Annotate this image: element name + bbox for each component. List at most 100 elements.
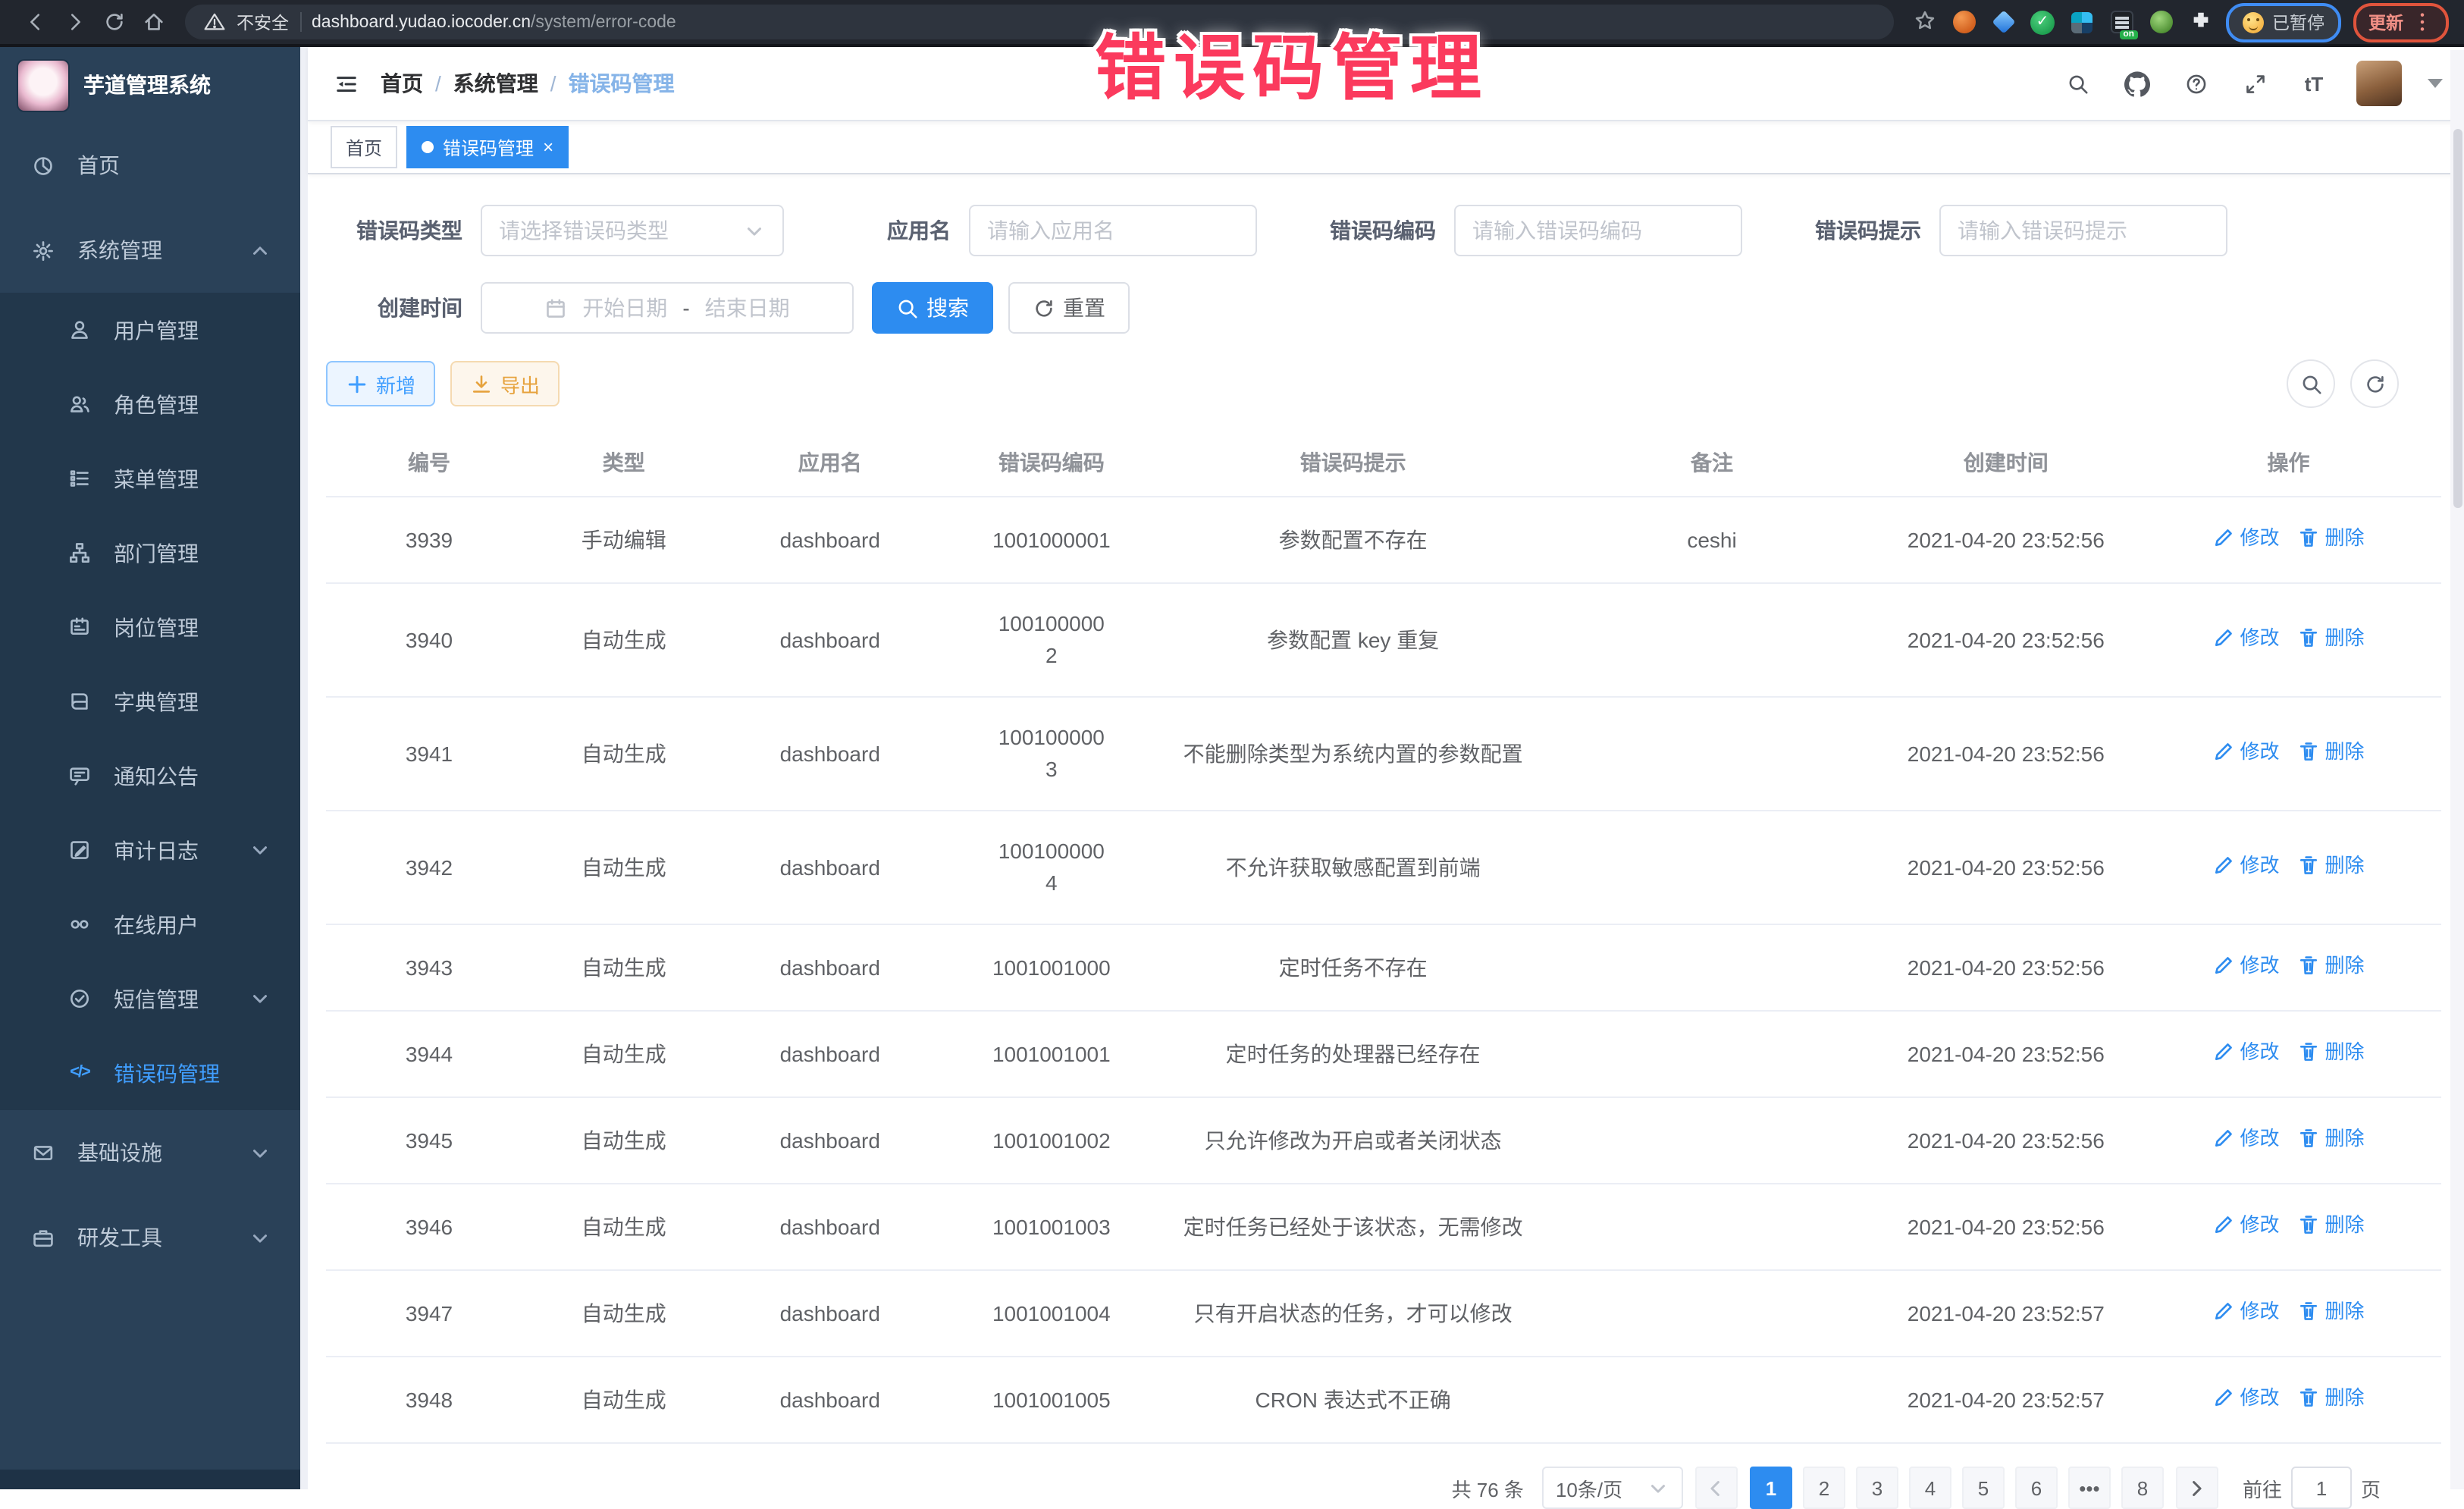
extensions-puzzle-icon[interactable] <box>2187 9 2213 35</box>
browser-reload-button[interactable] <box>94 2 133 42</box>
sidebar-item-dict-management[interactable]: 字典管理 <box>0 664 300 739</box>
window-scrollbar[interactable] <box>2450 50 2464 1489</box>
sidebar-item-notice-announcement[interactable]: 通知公告 <box>0 739 300 813</box>
sidebar-item-sms-management[interactable]: 短信管理 <box>0 962 300 1036</box>
user-avatar[interactable] <box>2356 61 2402 106</box>
github-button[interactable] <box>2120 67 2153 100</box>
ext-onetab-icon[interactable] <box>2108 9 2134 35</box>
edit-row-link[interactable]: 修改 <box>2212 1209 2279 1241</box>
help-button[interactable] <box>2179 67 2212 100</box>
more-pages-button[interactable]: ••• <box>2068 1467 2111 1509</box>
add-button[interactable]: 新增 <box>326 361 435 406</box>
sidebar-item-infrastructure[interactable]: 基础设施 <box>0 1110 300 1195</box>
browser-back-button[interactable] <box>15 2 55 42</box>
search-button[interactable]: 搜索 <box>872 282 993 334</box>
page-button[interactable]: 2 <box>1803 1467 1845 1509</box>
delete-row-link[interactable]: 删除 <box>2298 949 2365 981</box>
breadcrumb-item[interactable]: 首页 <box>381 68 423 99</box>
refresh-table-button[interactable] <box>2350 359 2399 408</box>
table-cell: dashboard <box>716 497 945 583</box>
delete-row-link[interactable]: 删除 <box>2298 849 2365 881</box>
edit-row-link[interactable]: 修改 <box>2212 1382 2279 1413</box>
ext-gem-icon[interactable] <box>1990 9 2016 35</box>
edit-row-link[interactable]: 修改 <box>2212 622 2279 654</box>
avatar-dropdown-caret-icon[interactable] <box>2428 79 2443 88</box>
browser-forward-button[interactable] <box>55 2 94 42</box>
delete-row-link[interactable]: 删除 <box>2298 622 2365 654</box>
pencil-icon <box>2212 1300 2235 1322</box>
column-header: 应用名 <box>716 429 945 497</box>
sidebar-item-home[interactable]: 首页 <box>0 123 300 208</box>
goto-page-input[interactable]: 1 <box>2291 1467 2352 1509</box>
sidebar-item-online-users[interactable]: 在线用户 <box>0 887 300 962</box>
edit-row-link[interactable]: 修改 <box>2212 849 2279 881</box>
edit-row-link[interactable]: 修改 <box>2212 522 2279 554</box>
sidebar-item-user-management[interactable]: 用户管理 <box>0 293 300 367</box>
sidebar-item-system-management[interactable]: 系统管理 <box>0 208 300 293</box>
error-msg-input[interactable]: 请输入错误码提示 <box>1939 205 2227 256</box>
table-cell: 自动生成 <box>532 583 716 697</box>
delete-row-link[interactable]: 删除 <box>2298 1382 2365 1413</box>
tab-error-code-management[interactable]: 错误码管理× <box>406 126 569 168</box>
edit-row-link[interactable]: 修改 <box>2212 1295 2279 1327</box>
address-bar[interactable]: 不安全 dashboard.yudao.iocoder.cn/system/er… <box>185 5 1893 39</box>
toggle-search-button[interactable] <box>2287 359 2335 408</box>
sidebar-item-dev-tools[interactable]: 研发工具 <box>0 1195 300 1280</box>
sidebar-item-role-management[interactable]: 角色管理 <box>0 367 300 441</box>
page-size-select[interactable]: 10条/页 <box>1542 1467 1683 1509</box>
prev-page-button[interactable] <box>1695 1467 1738 1509</box>
table-cell: 1001001000 <box>945 924 1158 1011</box>
edit-row-link[interactable]: 修改 <box>2212 1036 2279 1068</box>
edit-row-link[interactable]: 修改 <box>2212 736 2279 767</box>
sidebar-item-error-code-management[interactable]: </>错误码管理 <box>0 1036 300 1110</box>
page-button[interactable]: 1 <box>1750 1467 1792 1509</box>
bookmark-star-icon[interactable] <box>1911 9 1937 35</box>
sidebar-item-menu-management[interactable]: 菜单管理 <box>0 441 300 516</box>
delete-row-link[interactable]: 删除 <box>2298 1295 2365 1327</box>
page-button[interactable]: 8 <box>2121 1467 2164 1509</box>
sidebar-logo-bar[interactable]: 芋道管理系统 <box>0 47 300 123</box>
browser-home-button[interactable] <box>133 2 173 42</box>
profile-paused-badge[interactable]: 已暂停 <box>2225 2 2341 42</box>
breadcrumb-item[interactable]: 系统管理 <box>453 68 538 99</box>
search-button[interactable] <box>2061 67 2094 100</box>
delete-row-link[interactable]: 删除 <box>2298 736 2365 767</box>
sidebar-toggle-button[interactable] <box>320 58 371 109</box>
sidebar-item-dept-management[interactable]: 部门管理 <box>0 516 300 590</box>
search-form-row-2: 创建时间 开始日期 - 结束日期 搜索 重置 <box>326 282 2441 334</box>
ext-orange-icon[interactable] <box>1951 9 1977 35</box>
edit-row-link[interactable]: 修改 <box>2212 949 2279 981</box>
sidebar-item-post-management[interactable]: 岗位管理 <box>0 590 300 664</box>
export-button[interactable]: 导出 <box>450 361 560 406</box>
page-button[interactable]: 3 <box>1856 1467 1898 1509</box>
ext-grid-icon[interactable] <box>2069 9 2095 35</box>
next-page-button[interactable] <box>2176 1467 2218 1509</box>
reset-button[interactable]: 重置 <box>1008 282 1130 334</box>
delete-row-link[interactable]: 删除 <box>2298 1209 2365 1241</box>
app-name-input[interactable]: 请输入应用名 <box>969 205 1257 256</box>
sidebar-item-audit-log[interactable]: 审计日志 <box>0 813 300 887</box>
page-button[interactable]: 4 <box>1909 1467 1951 1509</box>
ext-key-icon[interactable] <box>2148 9 2174 35</box>
create-time-range-picker[interactable]: 开始日期 - 结束日期 <box>481 282 854 334</box>
edit-row-link[interactable]: 修改 <box>2212 1122 2279 1154</box>
fullscreen-button[interactable] <box>2238 67 2271 100</box>
table-cell: dashboard <box>716 811 945 924</box>
action-label: 删除 <box>2325 1295 2365 1327</box>
page-button[interactable]: 6 <box>2015 1467 2058 1509</box>
tab-home[interactable]: 首页 <box>331 126 397 168</box>
error-type-select[interactable]: 请选择错误码类型 <box>481 205 784 256</box>
delete-row-link[interactable]: 删除 <box>2298 1036 2365 1068</box>
browser-update-button[interactable]: 更新 <box>2353 2 2449 42</box>
close-icon[interactable]: × <box>543 138 553 156</box>
ext-green-check-icon[interactable]: ✓ <box>2030 9 2055 35</box>
font-size-button[interactable]: tT <box>2297 67 2331 100</box>
delete-row-link[interactable]: 删除 <box>2298 1122 2365 1154</box>
error-code-input[interactable]: 请输入错误码编码 <box>1454 205 1742 256</box>
browser-menu-icon[interactable] <box>2411 11 2434 33</box>
scrollbar-thumb[interactable] <box>2453 129 2462 508</box>
delete-row-link[interactable]: 删除 <box>2298 522 2365 554</box>
search-form-row-1: 错误码类型 请选择错误码类型 应用名 请输入应用名 错误码编码 请输入错误码编码… <box>326 205 2441 256</box>
page-button[interactable]: 5 <box>1962 1467 2005 1509</box>
sidebar-collapse-bar[interactable] <box>0 1470 300 1489</box>
